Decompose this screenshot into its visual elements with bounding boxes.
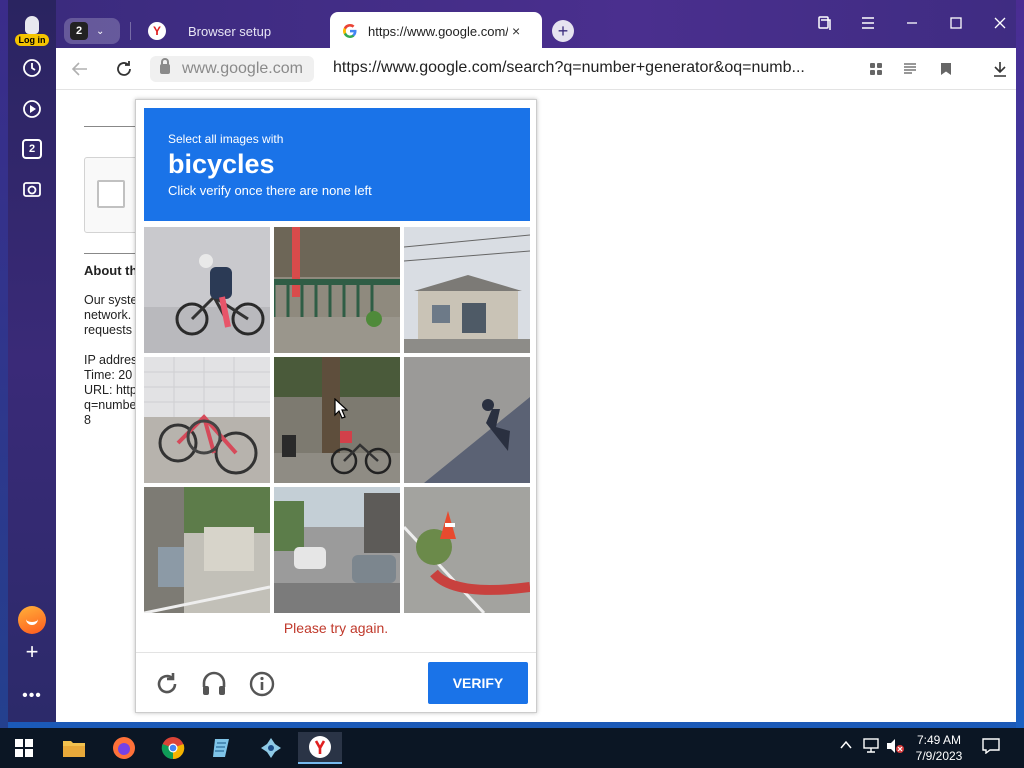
- tab-google[interactable]: https://www.google.com/search?q=number+g…: [330, 12, 542, 50]
- system-clock[interactable]: 7:49 AM 7/9/2023: [906, 732, 972, 764]
- yandex-icon: Y: [148, 22, 166, 40]
- instruction-text: Select all images with: [168, 132, 284, 146]
- verify-button[interactable]: VERIFY: [428, 662, 528, 704]
- image-grid: [144, 227, 530, 613]
- yandex-browser-taskbar-icon[interactable]: [298, 732, 342, 764]
- tab-list-button[interactable]: 2 ⌄: [64, 18, 120, 44]
- info-line: q=numbe: [84, 398, 137, 412]
- login-badge: Log in: [15, 34, 49, 46]
- tray-chevron-up-icon[interactable]: [840, 738, 852, 754]
- site-info-pill[interactable]: www.google.com: [150, 56, 314, 82]
- clock-date: 7/9/2023: [915, 749, 963, 763]
- app-icon[interactable]: [251, 732, 291, 764]
- info-icon[interactable]: [249, 671, 275, 697]
- taskbar: 7:49 AM 7/9/2023: [0, 728, 1024, 768]
- desktop-edge-right: [1016, 0, 1024, 728]
- image-tile[interactable]: [144, 227, 270, 353]
- image-tile[interactable]: [404, 357, 530, 483]
- tab-divider: [130, 22, 131, 40]
- screenshot-icon[interactable]: [18, 175, 46, 203]
- tabs-sidebar-button[interactable]: 2: [18, 135, 46, 163]
- tab-title: https://www.google.com/search?q=number+g…: [368, 23, 508, 39]
- image-tile[interactable]: [404, 227, 530, 353]
- url-field[interactable]: https://www.google.com/search?q=number+g…: [333, 59, 833, 77]
- image-tile[interactable]: [144, 487, 270, 613]
- instruction-subtext: Click verify once there are none left: [168, 183, 372, 198]
- close-window-icon[interactable]: [986, 12, 1014, 34]
- site-domain: www.google.com: [182, 60, 303, 77]
- maximize-icon[interactable]: [942, 12, 970, 34]
- close-tab-icon[interactable]: ×: [512, 23, 520, 39]
- back-arrow-icon[interactable]: [68, 57, 92, 81]
- image-tile[interactable]: [404, 487, 530, 613]
- minimize-icon[interactable]: [898, 12, 926, 34]
- info-line: Time: 20: [84, 368, 133, 382]
- audio-challenge-icon[interactable]: [201, 671, 227, 697]
- user-icon: [25, 16, 39, 34]
- browser-sidebar: Log in 2 + •••: [8, 0, 56, 722]
- google-icon: [343, 24, 357, 38]
- refresh-icon[interactable]: [154, 671, 180, 697]
- about-heading: About th: [84, 263, 138, 278]
- desktop-edge-left: [0, 0, 8, 728]
- firefox-icon[interactable]: [104, 732, 144, 764]
- reader-mode-icon[interactable]: [900, 59, 920, 79]
- error-message: Please try again.: [283, 620, 389, 636]
- notifications-icon[interactable]: [982, 738, 1000, 757]
- media-play-icon[interactable]: [18, 95, 46, 123]
- mouse-cursor-icon: [334, 398, 348, 419]
- bookmark-icon[interactable]: [936, 59, 956, 79]
- tab-title: Browser setup: [188, 23, 272, 39]
- windows-start-icon[interactable]: [4, 732, 44, 764]
- file-explorer-icon[interactable]: [54, 732, 94, 764]
- reload-icon[interactable]: [112, 57, 136, 81]
- extensions-icon[interactable]: [866, 59, 886, 79]
- chrome-icon[interactable]: [153, 732, 193, 764]
- tab-count: 2: [70, 22, 88, 40]
- tab-strip: 2 ⌄ Y Browser setup https://www.google.c…: [56, 0, 1016, 50]
- body-line: Our syste: [84, 293, 138, 307]
- tabs-count-badge: 2: [22, 139, 42, 159]
- tab-browser-setup[interactable]: Y Browser setup: [140, 14, 330, 48]
- image-tile[interactable]: [144, 357, 270, 483]
- body-line: network.: [84, 308, 132, 322]
- lock-icon: [160, 58, 170, 74]
- collections-icon[interactable]: [810, 12, 838, 34]
- info-line: IP addres: [84, 353, 138, 367]
- more-icon[interactable]: •••: [18, 682, 46, 710]
- clock-time: 7:49 AM: [916, 733, 962, 747]
- login-button[interactable]: Log in: [14, 14, 50, 48]
- recaptcha-checkbox[interactable]: [97, 180, 125, 208]
- volume-muted-icon[interactable]: [886, 738, 904, 757]
- download-icon[interactable]: [990, 59, 1010, 79]
- history-icon[interactable]: [18, 54, 46, 82]
- notepad-icon[interactable]: [202, 732, 242, 764]
- image-tile[interactable]: [274, 227, 400, 353]
- network-icon[interactable]: [862, 738, 880, 757]
- target-object: bicycles: [168, 149, 275, 179]
- zen-app-icon[interactable]: [18, 606, 46, 634]
- challenge-header: Select all images with bicycles Click ve…: [144, 108, 530, 221]
- info-line: 8: [84, 413, 91, 427]
- add-panel-icon[interactable]: +: [18, 638, 46, 666]
- new-tab-button[interactable]: +: [552, 20, 574, 42]
- menu-icon[interactable]: [854, 12, 882, 34]
- image-tile[interactable]: [274, 487, 400, 613]
- challenge-footer: VERIFY: [136, 652, 536, 712]
- info-line: URL: http: [84, 383, 137, 397]
- body-line: requests: [84, 323, 132, 337]
- address-bar: www.google.com https://www.google.com/se…: [56, 48, 1016, 90]
- image-tile[interactable]: [274, 357, 400, 483]
- chevron-down-icon: ⌄: [96, 25, 105, 37]
